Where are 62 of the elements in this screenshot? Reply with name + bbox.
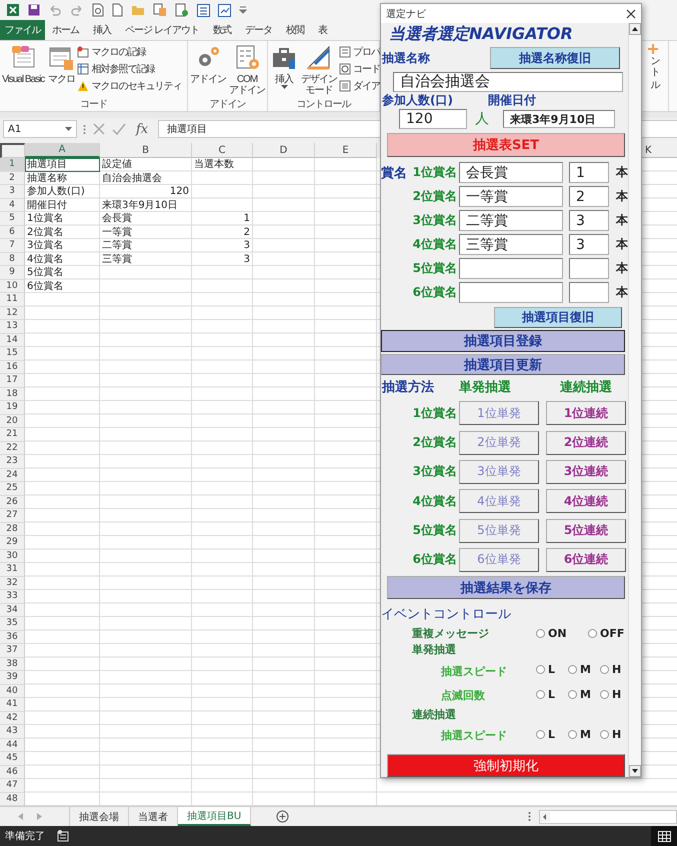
prize-label: 3位賞名 xyxy=(412,463,457,480)
unit-label: 人 xyxy=(475,110,489,128)
table-cell-text: 3位賞名 xyxy=(26,239,64,252)
setting-label: 重複メッセージ xyxy=(411,626,490,641)
prize-label: 5位賞名 xyxy=(412,522,457,540)
table-cell-text: 二等賞 xyxy=(101,239,133,252)
prize-label: 6位賞名 xyxy=(412,284,457,302)
table-cell-text: 3 xyxy=(242,252,251,266)
prize-label: 1位賞名 xyxy=(412,164,457,182)
table-cell-text: 当選本数 xyxy=(193,158,235,172)
prize-label: 2位賞名 xyxy=(412,188,457,206)
table-cell-text: 4位賞名 xyxy=(26,252,64,266)
unit-label: 本 xyxy=(616,260,628,278)
table-cell-text: 2 xyxy=(242,226,251,239)
table-cell: 抽選項目 xyxy=(25,158,100,172)
table-cell-text: 自治会抽選会 xyxy=(101,172,163,185)
table-cell-text: 設定値 xyxy=(101,158,133,172)
table-cell-text: 6位賞名 xyxy=(26,280,64,293)
prize-label: 4位賞名 xyxy=(412,492,457,510)
table-cell-text: 1位賞名 xyxy=(26,212,64,226)
unit-label: 本 xyxy=(616,284,628,302)
table-cell-text: 5位賞名 xyxy=(26,266,64,280)
field-label: 参加人数(口) xyxy=(382,92,454,110)
unit-label: 本 xyxy=(616,188,628,206)
prize-label: 5位賞名 xyxy=(412,260,457,278)
prize-label: 3位賞名 xyxy=(412,212,457,230)
column-label: 連続抽選 xyxy=(560,379,612,396)
dialog-heading: 当選者選定NAVIGATOR xyxy=(389,24,573,46)
table-cell-text: 三等賞 xyxy=(101,252,133,266)
prize-label: 1位賞名 xyxy=(412,404,457,422)
table-cell-text: 3 xyxy=(242,239,251,252)
column-label: 単発抽選 xyxy=(459,379,512,396)
setting-label: 連続抽選 xyxy=(411,706,456,722)
prize-label: 4位賞名 xyxy=(412,236,457,254)
table-cell-text: 2位賞名 xyxy=(26,226,64,239)
table-cell-text: 会長賞 xyxy=(101,212,133,226)
unit-label: 本 xyxy=(616,164,628,182)
field-label: 開催日付 xyxy=(488,92,536,110)
table-cell-text: 一等賞 xyxy=(101,226,133,239)
unit-label: 本 xyxy=(616,236,628,254)
section-label: イベントコントロール xyxy=(381,606,511,623)
dialog-title: 選定ナビ xyxy=(386,8,426,20)
setting-label: 点滅回数 xyxy=(440,688,486,704)
table-cell-text: 120 xyxy=(168,185,190,198)
section-label: 賞名 xyxy=(381,164,407,182)
prize-label: 6位賞名 xyxy=(412,551,457,568)
setting-label: 単発抽選 xyxy=(411,642,456,658)
unit-label: 本 xyxy=(616,212,628,230)
group-label: コントロール xyxy=(296,98,350,111)
table-cell-text: 1 xyxy=(242,212,251,226)
group-label: アドイン xyxy=(210,98,246,111)
table-cell-text: 参加人数(口) xyxy=(26,185,86,198)
prize-label: 2位賞名 xyxy=(412,434,457,452)
table-cell-text: 抽選名称 xyxy=(26,172,68,185)
group-label: コード xyxy=(80,98,107,111)
table-cell-text: 開催日付 xyxy=(26,198,68,212)
field-label: 抽選名称 xyxy=(382,50,430,67)
status-text: 準備完了 xyxy=(5,830,45,843)
section-label: 抽選方法 xyxy=(382,378,435,396)
table-cell-text: 来環3年9月10日 xyxy=(101,198,178,212)
setting-label: 抽選スピード xyxy=(440,728,508,744)
setting-label: 抽選スピード xyxy=(440,664,508,680)
